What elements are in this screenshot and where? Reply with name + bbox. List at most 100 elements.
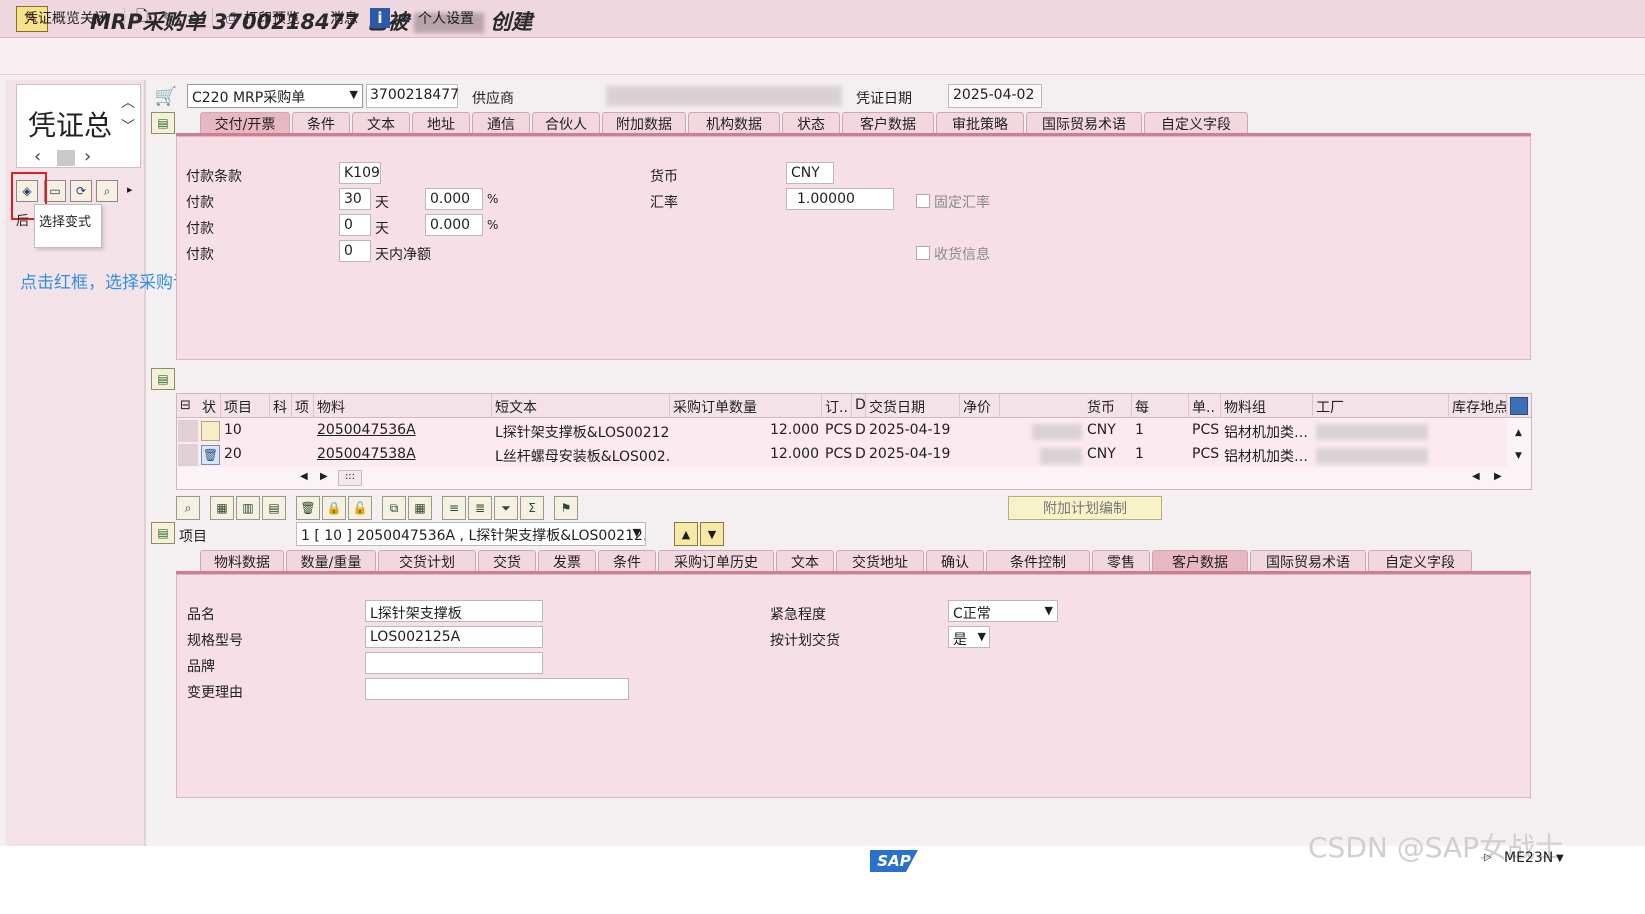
item-tab[interactable]: 数量/重量 [286, 550, 376, 572]
exchange-rate-field[interactable]: 1.00000 [786, 188, 894, 210]
column-header[interactable]: 交货日期 [866, 394, 960, 418]
column-config-icon[interactable] [1510, 397, 1528, 415]
dropdown-icon[interactable]: ▼ [633, 526, 641, 539]
print-preview-button[interactable]: 打印预览 [244, 8, 300, 28]
column-header[interactable]: 项 [292, 394, 314, 418]
scroll-right-end-icon[interactable]: ▶ [1494, 471, 1502, 482]
payment-days-2-field[interactable]: 0 [339, 214, 371, 236]
deselect-all-icon[interactable]: ▥ [236, 496, 260, 520]
item-tab[interactable]: 发票 [538, 550, 596, 572]
copy-icon[interactable]: ▤ [262, 496, 286, 520]
find-icon[interactable]: ⌕ [96, 180, 118, 202]
item-tab[interactable]: 物料数据 [200, 550, 284, 572]
payment-terms-field[interactable]: K109 [339, 162, 381, 184]
item-tab[interactable]: 条件 [598, 550, 656, 572]
header-tab[interactable]: 交付/开票 [200, 112, 290, 134]
header-tab[interactable]: 地址 [412, 112, 470, 134]
previous-item-icon[interactable]: ▲ [674, 522, 698, 546]
header-tab[interactable]: 客户数据 [842, 112, 934, 134]
delete-icon[interactable]: 🗑 [296, 496, 320, 520]
header-tab[interactable]: 文本 [352, 112, 410, 134]
item-select[interactable]: 1 [ 10 ] 2050047536A , L探针架支撑板&LOS00212…… [296, 522, 646, 546]
select-all-icon[interactable]: ▦ [210, 496, 234, 520]
header-tab[interactable]: 合伙人 [532, 112, 600, 134]
dropdown-icon[interactable]: ▼ [1556, 853, 1564, 864]
lock-icon[interactable]: 🔒 [322, 496, 346, 520]
column-header[interactable]: 物料 [314, 394, 492, 418]
more-arrow-icon[interactable]: ▸ [127, 183, 133, 196]
dropdown-icon[interactable]: ▼ [350, 88, 358, 101]
item-tab[interactable]: 客户数据 [1152, 550, 1248, 572]
column-header[interactable]: 净价 [960, 394, 1000, 418]
chevron-up-icon[interactable]: ︿ [121, 92, 135, 112]
scroll-right-icon[interactable]: ▶ [320, 471, 328, 482]
column-header[interactable]: 订.. [822, 394, 852, 418]
items-expand-icon[interactable]: ▤ [151, 368, 175, 390]
table-settings-icon[interactable]: ⊟ [180, 398, 191, 413]
column-header[interactable]: 工厂 [1313, 394, 1449, 418]
table-icon[interactable]: ▦ [408, 496, 432, 520]
payment-days-3-field[interactable]: 0 [339, 240, 371, 262]
item-detail-expand-icon[interactable]: ▤ [151, 522, 175, 544]
spec-field[interactable]: LOS002125A [365, 626, 543, 648]
header-tab[interactable]: 机构数据 [688, 112, 780, 134]
column-header[interactable]: 科 [270, 394, 292, 418]
unlock-icon[interactable]: 🔓 [348, 496, 372, 520]
column-header[interactable]: 项目 [221, 394, 270, 418]
personal-settings-button[interactable]: 个人设置 [418, 8, 474, 28]
new-document-icon[interactable]: 🗋 [132, 7, 152, 28]
close-overview-button[interactable]: 凭证概览关闭 [24, 8, 108, 28]
h-scroll-thumb[interactable]: ::: [338, 470, 362, 486]
planned-delivery-select[interactable]: 是 ▼ [948, 626, 990, 648]
header-tab[interactable]: 自定义字段 [1144, 112, 1248, 134]
chevron-down-icon[interactable]: ﹀ [121, 116, 135, 136]
vendor-field[interactable] [606, 86, 842, 106]
item-tab[interactable]: 交货计划 [378, 550, 476, 572]
header-tab[interactable]: 条件 [292, 112, 350, 134]
document-number-field[interactable]: 3700218477 [366, 84, 459, 108]
doc-date-field[interactable]: 2025-04-02 [948, 84, 1042, 108]
sort-asc-icon[interactable]: ≡ [442, 496, 466, 520]
info-icon[interactable]: i [370, 8, 390, 28]
next-item-icon[interactable]: ▼ [700, 522, 724, 546]
display-change-icon[interactable]: ✎ [158, 8, 178, 28]
item-tab[interactable]: 采购订单历史 [658, 550, 774, 572]
item-tab[interactable]: 零售 [1092, 550, 1150, 572]
sum-icon[interactable]: Σ [520, 496, 544, 520]
header-tab[interactable]: 审批策略 [936, 112, 1024, 134]
column-header[interactable]: 物料组 [1221, 394, 1313, 418]
services-icon[interactable]: ⚑ [554, 496, 578, 520]
column-header[interactable]: 单.. [1189, 394, 1221, 418]
fixed-rate-checkbox[interactable] [916, 194, 930, 208]
scroll-thumb[interactable] [57, 150, 75, 166]
change-reason-field[interactable] [365, 678, 629, 700]
row-selector[interactable] [178, 444, 198, 466]
personal-settings-icon[interactable]: ⚙ [396, 8, 416, 28]
cart-icon[interactable]: 🛒 [151, 84, 181, 108]
chevron-left-icon[interactable]: ‹ [34, 146, 41, 167]
payment-pct-2-field[interactable]: 0.000 [425, 214, 483, 236]
material-link[interactable]: 2050047536A [314, 419, 419, 443]
item-tab[interactable]: 自定义字段 [1368, 550, 1472, 572]
scroll-left-end-icon[interactable]: ◀ [1472, 471, 1480, 482]
column-header[interactable]: 库存地点 [1449, 394, 1507, 418]
item-tab[interactable]: 交货地址 [836, 550, 924, 572]
item-tab[interactable]: 条件控制 [986, 550, 1090, 572]
row-selector[interactable] [178, 420, 198, 442]
item-detail-icon[interactable]: ⌕ [176, 496, 200, 520]
dropdown-icon[interactable]: ▼ [1045, 604, 1053, 617]
layout-icon[interactable]: ▭ [44, 180, 66, 202]
item-tab[interactable]: 交货 [478, 550, 536, 572]
column-header[interactable]: 短文本 [492, 394, 670, 418]
extra-planning-button[interactable]: 附加计划编制 [1008, 496, 1162, 520]
header-tab[interactable]: 状态 [782, 112, 840, 134]
column-header[interactable]: 每 [1132, 394, 1189, 418]
urgency-select[interactable]: C正常 ▼ [948, 600, 1058, 622]
gr-info-checkbox[interactable] [916, 246, 930, 260]
payment-days-1-field[interactable]: 30 [339, 188, 371, 210]
header-tab[interactable]: 通信 [472, 112, 530, 134]
item-tab[interactable]: 国际贸易术语 [1250, 550, 1366, 572]
scroll-down-icon[interactable]: ▼ [1515, 451, 1522, 461]
header-tab[interactable]: 国际贸易术语 [1026, 112, 1142, 134]
document-type-select[interactable]: C220 MRP采购单 ▼ [187, 84, 363, 108]
